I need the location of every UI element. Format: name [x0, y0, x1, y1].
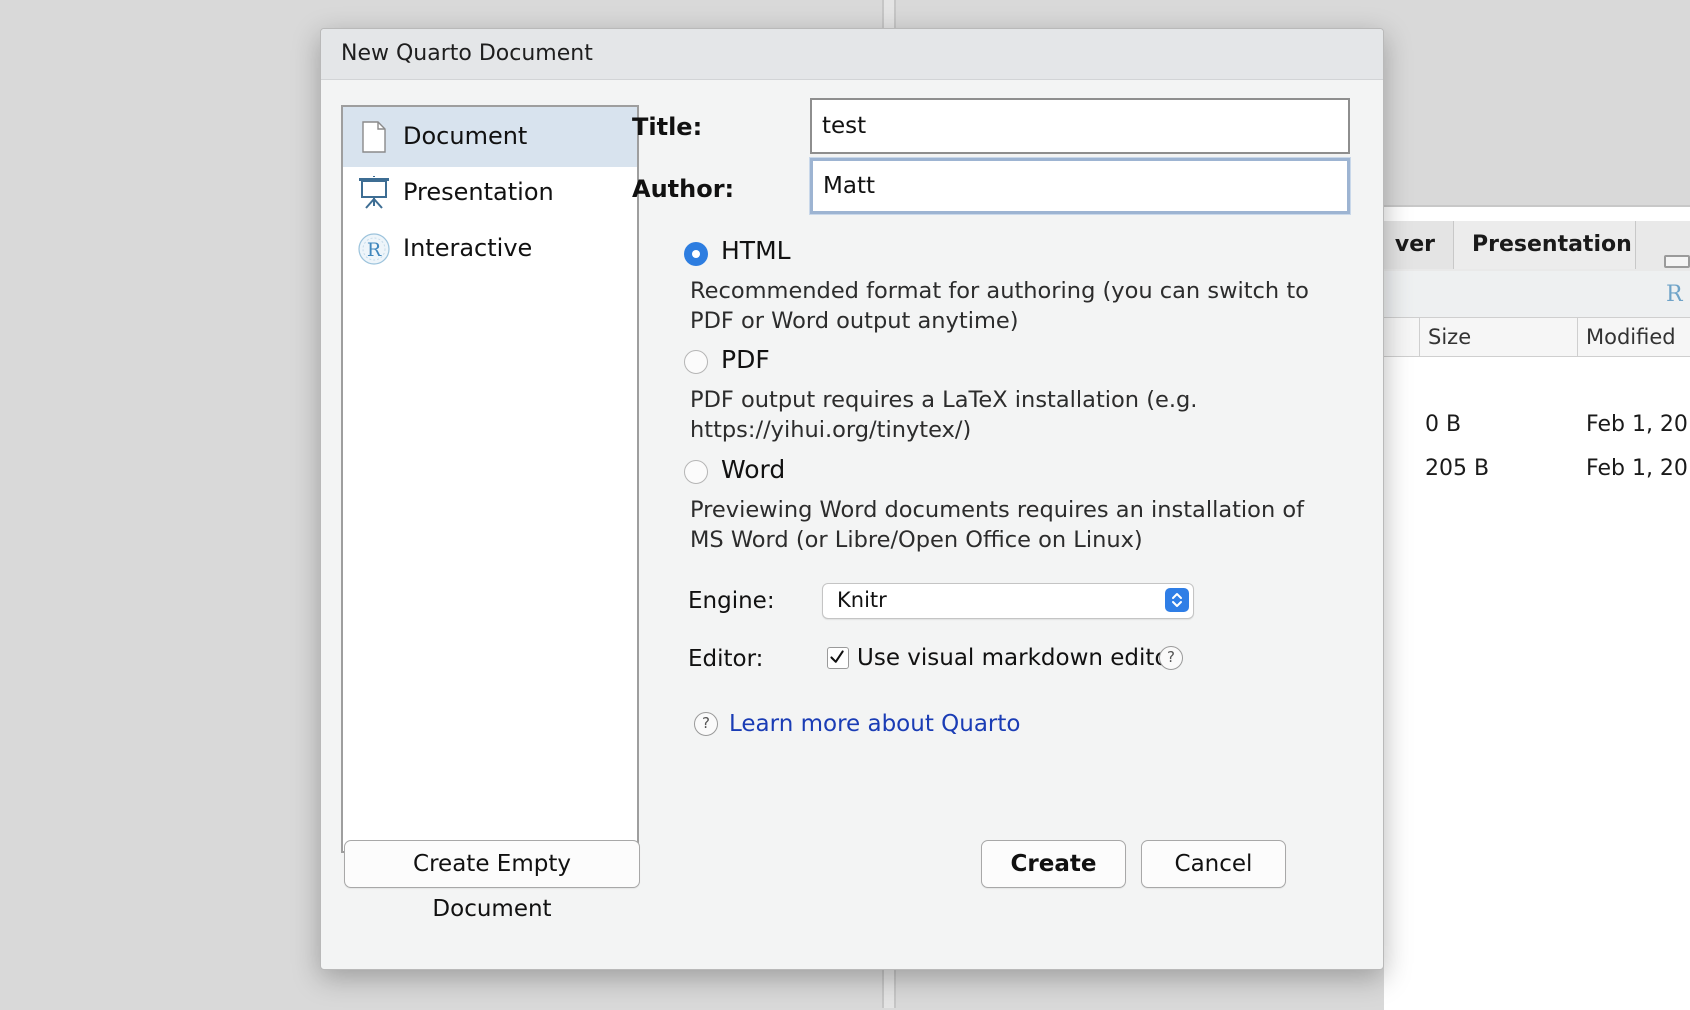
file-modified: Feb 1, 20 — [1586, 456, 1688, 481]
table-row[interactable]: 0 B Feb 1, 20 — [1384, 405, 1690, 445]
format-description-html: Recommended format for authoring (you ca… — [690, 278, 1309, 334]
select-arrows-icon — [1165, 588, 1189, 612]
cancel-button[interactable]: Cancel — [1141, 840, 1286, 888]
column-header-modified[interactable]: Modified — [1577, 318, 1690, 356]
r-logo-icon[interactable]: R — [1666, 281, 1690, 309]
editor-label: Editor: — [688, 646, 764, 672]
type-item-interactive[interactable]: R Interactive — [343, 219, 637, 279]
type-item-document[interactable]: Document — [343, 107, 637, 167]
column-header-size[interactable]: Size — [1419, 318, 1577, 356]
format-description-word: Previewing Word documents requires an in… — [690, 497, 1305, 553]
learn-more-link[interactable]: Learn more about Quarto — [729, 705, 1020, 743]
dialog-title: New Quarto Document — [341, 41, 593, 66]
tab-presentation[interactable]: Presentation — [1454, 221, 1636, 269]
author-label: Author: — [632, 175, 735, 203]
visual-editor-checkbox-label[interactable]: Use visual markdown editor — [857, 639, 1178, 677]
format-description-pdf: PDF output requires a LaTeX installation… — [690, 387, 1198, 443]
document-icon — [362, 121, 386, 153]
pane-tabstrip: ver Presentation — [1324, 221, 1690, 272]
file-modified: Feb 1, 20 — [1586, 412, 1688, 437]
format-label-word[interactable]: Word — [721, 455, 785, 484]
format-radio-html[interactable] — [684, 242, 708, 266]
checkmark-icon — [830, 650, 844, 663]
visual-editor-checkbox[interactable] — [827, 647, 849, 669]
file-size: 205 B — [1425, 456, 1490, 481]
engine-select[interactable]: Knitr — [822, 583, 1194, 619]
minimize-pane-icon[interactable] — [1664, 255, 1690, 268]
pane-toolbar: R — [1384, 271, 1690, 318]
type-item-presentation[interactable]: Presentation — [343, 163, 637, 223]
file-table-header: Size Modified — [1384, 318, 1690, 357]
type-item-label: Interactive — [403, 234, 533, 262]
r-logo-icon: R — [358, 233, 390, 265]
title-input[interactable]: test — [810, 98, 1350, 154]
format-radio-word[interactable] — [684, 460, 708, 484]
title-label: Title: — [632, 113, 703, 141]
svg-text:R: R — [367, 239, 382, 261]
type-item-label: Document — [403, 122, 528, 150]
table-row[interactable]: 205 B Feb 1, 20 — [1384, 449, 1690, 489]
engine-label: Engine: — [688, 588, 775, 614]
format-radio-pdf[interactable] — [684, 350, 708, 374]
format-label-html[interactable]: HTML — [721, 236, 791, 265]
help-icon[interactable]: ? — [1159, 646, 1183, 670]
files-pane: ver Presentation R Size Modified 0 B Feb… — [1324, 205, 1690, 1010]
dialog-titlebar[interactable]: New Quarto Document — [321, 29, 1383, 80]
create-empty-document-button[interactable]: Create Empty Document — [344, 840, 640, 922]
help-icon[interactable]: ? — [694, 712, 718, 736]
file-size: 0 B — [1425, 412, 1462, 437]
presentation-icon — [359, 176, 389, 209]
document-type-list: Document Presentation R Interactive — [341, 105, 639, 853]
format-label-pdf[interactable]: PDF — [721, 345, 770, 374]
type-item-label: Presentation — [403, 178, 554, 206]
author-input[interactable]: Matt — [810, 158, 1350, 214]
engine-select-value: Knitr — [837, 588, 887, 612]
create-button[interactable]: Create — [981, 840, 1126, 888]
new-quarto-document-dialog: New Quarto Document Document Presentatio… — [320, 28, 1384, 970]
